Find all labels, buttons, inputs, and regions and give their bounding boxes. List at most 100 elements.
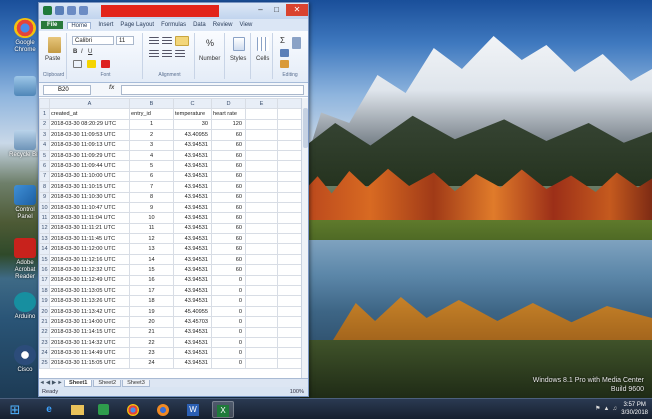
table-cell[interactable]: 2018-03-30 11:09:13 UTC — [49, 139, 130, 151]
vertical-scrollbar[interactable] — [301, 98, 308, 378]
table-cell[interactable]: 2018-03-30 11:09:44 UTC — [49, 160, 130, 172]
table-cell[interactable] — [245, 336, 278, 349]
table-cell[interactable]: 0 — [211, 347, 246, 359]
desktop-icon-recycle-bin[interactable] — [8, 76, 42, 98]
borders-icon[interactable] — [73, 60, 82, 68]
table-cell[interactable] — [245, 222, 278, 235]
tab-data[interactable]: Data — [193, 22, 206, 28]
table-cell[interactable] — [245, 347, 278, 359]
table-cell[interactable] — [245, 285, 278, 297]
table-cell[interactable]: 2018-03-30 11:11:45 UTC — [49, 233, 130, 245]
table-cell[interactable] — [277, 191, 302, 203]
tab-insert[interactable]: Insert — [98, 22, 113, 28]
row-header[interactable]: 17 — [39, 274, 50, 287]
table-cell[interactable] — [245, 129, 278, 141]
font-size-select[interactable]: 11 — [116, 36, 134, 45]
column-header-b[interactable]: B — [129, 98, 174, 110]
table-cell[interactable] — [277, 274, 302, 287]
table-cell[interactable]: 2018-03-30 11:11:21 UTC — [49, 222, 130, 235]
styles-label[interactable]: Styles — [230, 56, 246, 62]
zoom-level[interactable]: 100% — [290, 387, 304, 396]
row-header[interactable]: 9 — [39, 191, 50, 203]
styles-icon[interactable] — [233, 37, 245, 51]
table-cell[interactable] — [277, 181, 302, 193]
table-cell[interactable] — [277, 316, 302, 328]
table-cell[interactable]: 60 — [211, 160, 246, 172]
taskbar-chrome[interactable] — [122, 401, 144, 418]
row-header[interactable]: 19 — [39, 295, 50, 307]
table-cell[interactable]: 6 — [129, 170, 174, 183]
table-cell[interactable]: 60 — [211, 253, 246, 266]
table-cell[interactable] — [277, 285, 302, 297]
table-cell[interactable] — [245, 357, 278, 370]
table-cell[interactable]: 2018-03-30 11:10:47 UTC — [49, 201, 130, 214]
table-cell[interactable] — [245, 181, 278, 193]
row-header[interactable]: 24 — [39, 347, 50, 359]
table-cell[interactable] — [277, 347, 302, 359]
desktop-icon-recycle[interactable]: Recycle Bin — [8, 130, 42, 159]
table-cell[interactable]: created_at — [49, 108, 130, 120]
last-sheet-arrow-icon[interactable]: ► — [57, 380, 63, 386]
desktop-icon-acrobat[interactable]: Adobe Acrobat Reader — [8, 238, 42, 281]
table-cell[interactable]: 43.94531 — [173, 326, 212, 339]
table-cell[interactable] — [277, 243, 302, 255]
table-cell[interactable]: 30 — [173, 118, 212, 131]
table-cell[interactable]: 43.94531 — [173, 347, 212, 359]
name-box[interactable]: B20 — [43, 85, 91, 95]
tab-file[interactable]: File — [41, 21, 64, 29]
table-cell[interactable] — [245, 295, 278, 307]
table-cell[interactable]: 2018-03-30 11:13:05 UTC — [49, 285, 130, 297]
table-cell[interactable] — [245, 170, 278, 183]
table-cell[interactable]: 43.94531 — [173, 139, 212, 151]
row-header[interactable]: 11 — [39, 212, 50, 224]
row-header[interactable]: 23 — [39, 336, 50, 349]
tab-formulas[interactable]: Formulas — [161, 22, 186, 28]
desktop-icon-chrome[interactable]: Google Chrome — [8, 18, 42, 54]
table-cell[interactable]: 60 — [211, 149, 246, 162]
table-cell[interactable]: 43.94531 — [173, 336, 212, 349]
table-cell[interactable]: 43.94531 — [173, 170, 212, 183]
table-cell[interactable]: 2018-03-30 11:12:32 UTC — [49, 264, 130, 276]
table-cell[interactable]: 2018-03-30 11:10:30 UTC — [49, 191, 130, 203]
table-cell[interactable]: 60 — [211, 201, 246, 214]
table-cell[interactable] — [277, 160, 302, 172]
row-header[interactable]: 10 — [39, 201, 50, 214]
number-label[interactable]: Number — [199, 56, 220, 62]
table-cell[interactable] — [245, 274, 278, 287]
table-cell[interactable]: 2018-03-30 11:10:15 UTC — [49, 181, 130, 193]
table-cell[interactable]: 0 — [211, 326, 246, 339]
tab-view[interactable]: View — [239, 22, 252, 28]
formula-input[interactable] — [121, 85, 304, 95]
align-middle-icon[interactable] — [162, 37, 172, 45]
table-cell[interactable]: 7 — [129, 181, 174, 193]
italic-icon[interactable]: I — [81, 49, 83, 55]
table-cell[interactable]: 43.94531 — [173, 191, 212, 203]
table-cell[interactable] — [277, 305, 302, 318]
scroll-thumb[interactable] — [303, 108, 308, 148]
volume-icon[interactable]: ♫ — [613, 406, 621, 412]
row-header[interactable]: 15 — [39, 253, 50, 266]
table-cell[interactable]: 43.94531 — [173, 285, 212, 297]
undo-icon[interactable] — [67, 6, 76, 15]
cells-icon[interactable] — [257, 37, 269, 51]
fill-icon[interactable] — [280, 49, 289, 57]
table-cell[interactable] — [277, 170, 302, 183]
row-header[interactable]: 25 — [39, 357, 50, 370]
table-cell[interactable]: 43.94531 — [173, 160, 212, 172]
merge-center-icon[interactable] — [175, 50, 185, 58]
table-cell[interactable]: temperature — [173, 108, 212, 120]
table-cell[interactable] — [277, 118, 302, 131]
table-cell[interactable] — [245, 264, 278, 276]
table-cell[interactable] — [277, 295, 302, 307]
table-cell[interactable]: 60 — [211, 212, 246, 224]
table-cell[interactable]: 0 — [211, 357, 246, 370]
table-cell[interactable]: 60 — [211, 264, 246, 276]
table-cell[interactable] — [245, 160, 278, 172]
table-cell[interactable]: 43.45703 — [173, 316, 212, 328]
table-cell[interactable]: 2018-03-30 11:14:32 UTC — [49, 336, 130, 349]
table-cell[interactable] — [277, 233, 302, 245]
fx-icon[interactable]: fx — [109, 85, 114, 91]
table-cell[interactable]: 10 — [129, 212, 174, 224]
table-cell[interactable]: 43.94531 — [173, 181, 212, 193]
table-cell[interactable]: 60 — [211, 243, 246, 255]
